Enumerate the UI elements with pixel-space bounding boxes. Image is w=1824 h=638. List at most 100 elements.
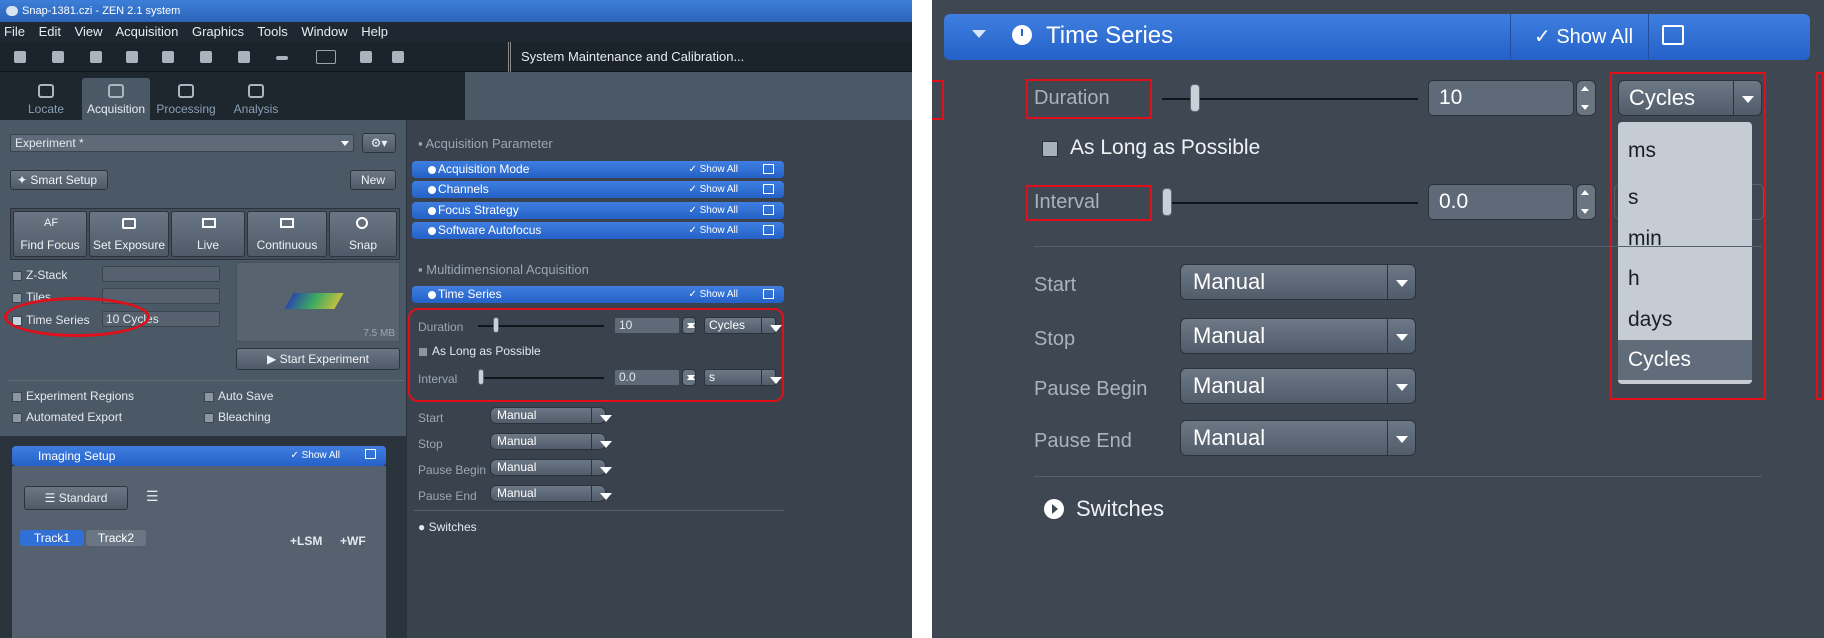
menu-graphics[interactable]: Graphics [192, 24, 244, 39]
interval-spinner[interactable] [1576, 184, 1596, 220]
start-select[interactable]: Manual [490, 407, 612, 424]
popout-icon[interactable] [365, 449, 376, 459]
add-lsm-button[interactable]: +LSM [290, 534, 322, 548]
duration-slider-track[interactable] [1162, 98, 1418, 100]
tab-track2[interactable]: Track2 [86, 530, 146, 546]
section-focus-strategy[interactable]: Focus Strategy ✓ Show All [412, 202, 784, 219]
popout-icon[interactable] [763, 205, 774, 215]
automated-export-checkbox[interactable]: Automated Export [12, 410, 122, 424]
interval-input[interactable]: 0.0 [614, 369, 680, 386]
duration-slider-handle[interactable] [493, 317, 499, 333]
checkbox[interactable] [12, 391, 22, 402]
pause-begin-select[interactable]: Manual [490, 459, 612, 476]
start-select[interactable]: Manual [1180, 264, 1416, 300]
duration-spinner[interactable] [682, 317, 696, 334]
save-all-icon[interactable] [126, 51, 138, 63]
duration-input[interactable]: 10 [1428, 80, 1574, 116]
close-icon[interactable] [162, 51, 174, 63]
show-all-toggle[interactable]: ✓ Show All [688, 161, 738, 178]
stop-select[interactable]: Manual [1180, 318, 1416, 354]
settings-icon[interactable] [238, 51, 250, 63]
tab-analysis[interactable]: Analysis [222, 78, 290, 120]
imaging-setup-header[interactable]: Imaging Setup ✓ Show All [12, 446, 386, 466]
set-exposure-button[interactable]: Set Exposure [89, 211, 169, 257]
show-all-toggle[interactable]: ✓ Show All [688, 222, 738, 239]
checkbox[interactable] [204, 412, 214, 423]
open-icon[interactable] [52, 51, 64, 63]
pause-begin-select[interactable]: Manual [1180, 368, 1416, 404]
menu-tools[interactable]: Tools [257, 24, 287, 39]
popout-icon[interactable] [763, 289, 774, 299]
new-experiment-button[interactable]: New [350, 170, 396, 190]
live-button[interactable]: Live [171, 211, 245, 257]
z-stack-checkbox[interactable]: Z-Stack [12, 268, 67, 282]
interval-unit-select[interactable]: s [704, 369, 782, 386]
checkbox[interactable] [204, 391, 214, 402]
menu-file[interactable]: File [4, 24, 25, 39]
show-all-toggle[interactable]: ✓ Show All [688, 181, 738, 198]
continuous-button[interactable]: Continuous [247, 211, 327, 257]
tab-locate[interactable]: Locate [12, 78, 80, 120]
new-icon[interactable] [14, 51, 26, 63]
as-long-as-possible-checkbox[interactable] [1042, 141, 1058, 157]
standard-button[interactable]: ☰ Standard [24, 486, 128, 510]
layout-icon[interactable] [392, 51, 404, 63]
minus-icon[interactable] [276, 56, 288, 60]
auto-save-checkbox[interactable]: Auto Save [204, 389, 273, 403]
snap-button[interactable]: Snap [329, 211, 397, 257]
show-all-toggle[interactable]: ✓ Show All [688, 286, 738, 303]
checkbox[interactable] [12, 270, 22, 281]
menu-window[interactable]: Window [301, 24, 347, 39]
menu-acquisition[interactable]: Acquisition [115, 24, 178, 39]
interval-slider-track[interactable] [1162, 202, 1418, 204]
show-all-toggle[interactable]: ✓ Show All [290, 446, 340, 466]
duration-unit-select[interactable]: Cycles [704, 317, 782, 334]
experiment-regions-checkbox[interactable]: Experiment Regions [12, 389, 134, 403]
menu-edit[interactable]: Edit [39, 24, 61, 39]
experiment-select[interactable]: Experiment * [10, 134, 354, 152]
section-time-series[interactable]: Time Series ✓ Show All [412, 286, 784, 303]
popout-icon[interactable] [763, 164, 774, 174]
save-icon[interactable] [90, 51, 102, 63]
add-wf-button[interactable]: +WF [340, 534, 366, 548]
tab-track1[interactable]: Track1 [20, 530, 84, 546]
switches-label[interactable]: Switches [1076, 496, 1164, 522]
stop-select[interactable]: Manual [490, 433, 612, 450]
section-channels[interactable]: Channels ✓ Show All [412, 181, 784, 198]
interval-slider-handle[interactable] [1162, 188, 1172, 216]
tab-acquisition[interactable]: Acquisition [82, 78, 150, 120]
checkbox[interactable] [418, 346, 428, 357]
camera-icon[interactable] [200, 51, 212, 63]
smart-setup-button[interactable]: ✦ Smart Setup [10, 170, 108, 190]
popout-icon[interactable] [763, 225, 774, 235]
display-icon[interactable] [316, 50, 336, 64]
tab-processing[interactable]: Processing [152, 78, 220, 120]
duration-input[interactable]: 10 [614, 317, 680, 334]
as-long-as-possible-checkbox[interactable]: As Long as Possible [418, 344, 541, 358]
interval-slider-handle[interactable] [478, 369, 484, 385]
list-icon[interactable]: ☰ [146, 488, 159, 505]
switches-section[interactable]: ● Switches [418, 520, 477, 534]
section-acquisition-mode[interactable]: Acquisition Mode ✓ Show All [412, 161, 784, 178]
section-software-autofocus[interactable]: Software Autofocus ✓ Show All [412, 222, 784, 239]
menu-view[interactable]: View [75, 24, 103, 39]
interval-slider-track[interactable] [478, 377, 604, 379]
experiment-options-button[interactable]: ⚙▾ [362, 133, 396, 153]
show-all-toggle[interactable]: ✓ Show All [688, 202, 738, 219]
popout-icon[interactable] [763, 184, 774, 194]
find-focus-button[interactable]: AF Find Focus [13, 211, 87, 257]
checkbox[interactable] [12, 292, 22, 303]
checkbox[interactable] [12, 412, 22, 423]
pause-end-select[interactable]: Manual [490, 485, 612, 502]
screen-icon[interactable] [360, 51, 372, 63]
start-experiment-button[interactable]: ▶ Start Experiment [236, 348, 400, 370]
interval-spinner[interactable] [682, 369, 696, 386]
system-maintenance-button[interactable]: System Maintenance and Calibration... [508, 42, 744, 72]
pause-end-select[interactable]: Manual [1180, 420, 1416, 456]
bleaching-checkbox[interactable]: Bleaching [204, 410, 271, 424]
interval-input[interactable]: 0.0 [1428, 184, 1574, 220]
duration-slider-handle[interactable] [1190, 84, 1200, 112]
duration-spinner[interactable] [1576, 80, 1596, 116]
menu-help[interactable]: Help [361, 24, 388, 39]
expand-icon[interactable] [1044, 499, 1064, 519]
